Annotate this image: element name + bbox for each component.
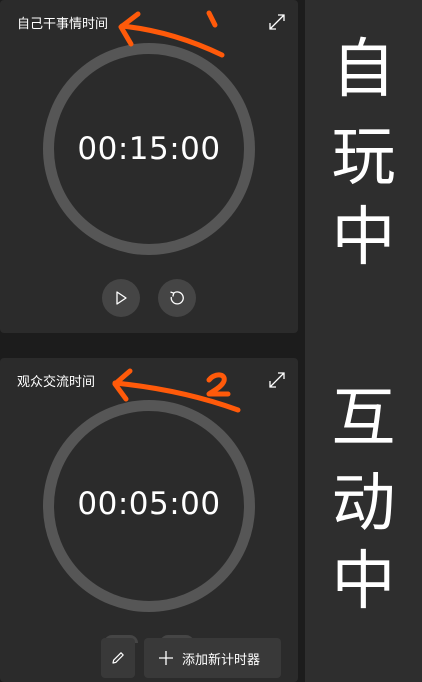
side-char: 中 (331, 201, 396, 275)
play-icon (116, 291, 127, 305)
timer-card-1[interactable]: 自己干事情时间 00:15:00 (0, 0, 298, 333)
play-button[interactable] (102, 279, 140, 317)
timer-time: 00:15:00 (77, 131, 221, 167)
side-char: 动 (331, 467, 396, 541)
expand-icon[interactable] (268, 13, 286, 31)
timer-title: 观众交流时间 (17, 375, 96, 390)
expand-icon[interactable] (268, 371, 286, 389)
edit-button[interactable] (101, 638, 135, 678)
side-panel: 自 玩 中 互 动 中 (305, 0, 422, 682)
timer-card-2[interactable]: 观众交流时间 00:05:00 (0, 358, 298, 682)
timer-title: 自己干事情时间 (17, 17, 109, 32)
timer-time: 00:05:00 (77, 486, 221, 522)
side-char: 玩 (331, 121, 396, 195)
plus-icon (159, 651, 173, 665)
reset-icon (170, 291, 184, 305)
side-char: 中 (331, 545, 396, 619)
side-char: 互 (331, 382, 396, 456)
edit-icon (112, 652, 124, 664)
add-timer-button[interactable]: 添加新计时器 (144, 638, 281, 678)
side-char: 自 (331, 33, 396, 107)
reset-button[interactable] (158, 279, 196, 317)
add-timer-label: 添加新计时器 (182, 652, 261, 668)
